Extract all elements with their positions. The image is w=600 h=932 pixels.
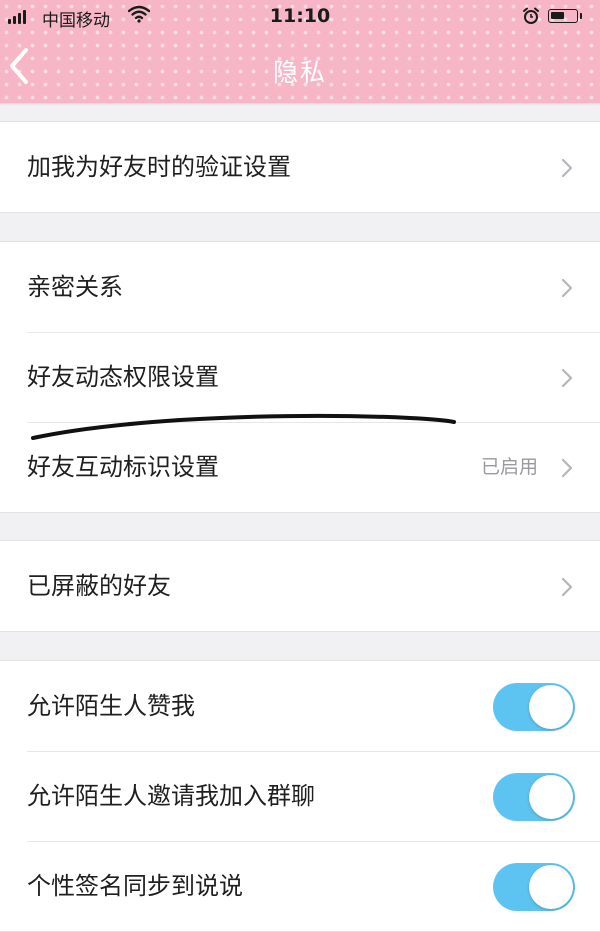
toggle-knob [529, 865, 573, 909]
row-label: 个性签名同步到说说 [27, 872, 243, 900]
toggle-knob [529, 775, 573, 819]
chevron-right-icon [561, 368, 573, 388]
row-intimate-relationship[interactable]: 亲密关系 [0, 242, 600, 332]
status-bar: 中国移动 11:10 [0, 0, 600, 34]
row-allow-stranger-likes: 允许陌生人赞我 [0, 661, 600, 751]
row-blocked-friends[interactable]: 已屏蔽的好友 [0, 541, 600, 631]
battery-tip [580, 13, 582, 19]
settings-group-friends: 亲密关系 好友动态权限设置 好友互动标识设置 已启用 [0, 241, 600, 513]
row-label: 允许陌生人邀请我加入群聊 [27, 782, 315, 810]
alarm-icon [523, 7, 539, 24]
row-signature-sync: 个性签名同步到说说 [0, 841, 600, 931]
settings-group-verification: 加我为好友时的验证设置 [0, 121, 600, 213]
row-label: 亲密关系 [27, 273, 123, 301]
row-label: 好友动态权限设置 [27, 363, 219, 391]
chevron-right-icon [561, 577, 573, 597]
settings-group-blocked: 已屏蔽的好友 [0, 540, 600, 632]
toggle-switch[interactable] [493, 863, 575, 911]
row-status-value: 已启用 [480, 456, 538, 478]
status-time: 11:10 [269, 5, 331, 27]
row-label: 已屏蔽的好友 [27, 572, 171, 600]
row-friend-verification-settings[interactable]: 加我为好友时的验证设置 [0, 122, 600, 212]
toggle-switch[interactable] [493, 683, 575, 731]
row-friend-interaction-badge[interactable]: 好友互动标识设置 已启用 [0, 422, 600, 512]
row-label: 好友互动标识设置 [27, 453, 219, 481]
row-friend-feed-permissions[interactable]: 好友动态权限设置 [0, 332, 600, 422]
row-label: 加我为好友时的验证设置 [27, 153, 291, 181]
battery-icon [548, 9, 578, 23]
toggle-knob [529, 685, 573, 729]
row-allow-stranger-group-invites: 允许陌生人邀请我加入群聊 [0, 751, 600, 841]
chevron-right-icon [561, 278, 573, 298]
chevron-right-icon [561, 158, 573, 178]
row-label: 允许陌生人赞我 [27, 692, 195, 720]
navigation-header: 中国移动 11:10 隐私 [0, 0, 600, 103]
toggle-switch[interactable] [493, 773, 575, 821]
settings-group-strangers: 允许陌生人赞我 允许陌生人邀请我加入群聊 个性签名同步到说说 [0, 660, 600, 932]
page-title: 隐私 [272, 58, 327, 87]
chevron-right-icon [561, 458, 573, 478]
